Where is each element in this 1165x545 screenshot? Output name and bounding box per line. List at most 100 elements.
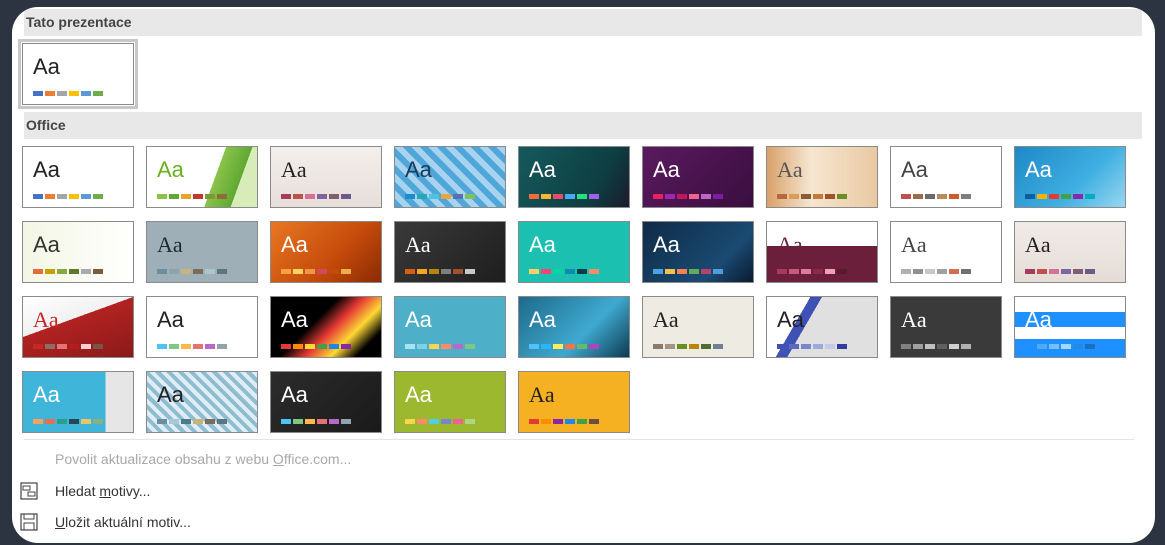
theme-tile[interactable]: Aa — [394, 146, 506, 208]
swatch — [157, 194, 167, 199]
theme-tile[interactable]: Aa — [518, 221, 630, 283]
theme-color-swatches — [901, 269, 971, 274]
theme-tile[interactable]: Aa — [1014, 296, 1126, 358]
swatch — [317, 194, 327, 199]
swatch — [577, 344, 587, 349]
swatch — [701, 269, 711, 274]
theme-tile[interactable]: Aa — [22, 296, 134, 358]
swatch — [801, 269, 811, 274]
swatch — [1025, 194, 1035, 199]
swatch — [69, 194, 79, 199]
theme-tile[interactable]: Aa — [642, 296, 754, 358]
theme-tile[interactable]: Aa — [766, 221, 878, 283]
swatch — [93, 344, 103, 349]
theme-tile[interactable]: Aa — [394, 221, 506, 283]
swatch — [589, 419, 599, 424]
theme-tile[interactable]: Aa — [642, 221, 754, 283]
theme-tile[interactable]: Aa — [22, 221, 134, 283]
swatch — [1025, 269, 1035, 274]
swatch — [57, 419, 67, 424]
theme-tile[interactable]: Aa — [518, 296, 630, 358]
swatch — [925, 344, 935, 349]
theme-sample-text: Aa — [157, 157, 184, 182]
theme-tile[interactable]: Aa — [270, 221, 382, 283]
theme-tile[interactable]: Aa — [146, 221, 258, 283]
swatch — [825, 194, 835, 199]
swatch — [653, 269, 663, 274]
swatch — [541, 344, 551, 349]
theme-tile[interactable]: Aa — [890, 296, 1002, 358]
theme-color-swatches — [777, 344, 847, 349]
swatch — [33, 419, 43, 424]
theme-tile[interactable]: Aa — [766, 296, 878, 358]
theme-tile[interactable]: Aa — [766, 146, 878, 208]
theme-tile[interactable]: Aa — [394, 296, 506, 358]
swatch — [417, 269, 427, 274]
theme-tile[interactable]: Aa — [146, 371, 258, 433]
theme-color-swatches — [653, 269, 723, 274]
theme-current[interactable]: Aa — [18, 39, 138, 109]
theme-color-swatches — [653, 194, 723, 199]
theme-tile[interactable]: Aa — [146, 146, 258, 208]
theme-sample-text: Aa — [653, 232, 680, 257]
theme-tile[interactable]: Aa — [890, 221, 1002, 283]
swatch — [465, 194, 475, 199]
theme-sample-text: Aa — [777, 157, 803, 182]
theme-tile[interactable]: Aa — [1014, 146, 1126, 208]
theme-sample-text: Aa — [901, 232, 927, 257]
swatch — [33, 194, 43, 199]
theme-color-swatches — [1025, 269, 1095, 274]
swatch — [317, 419, 327, 424]
theme-sample-text: Aa — [901, 307, 927, 332]
theme-tile[interactable]: Aa — [518, 146, 630, 208]
menu-divider — [24, 439, 1134, 440]
theme-tile[interactable]: Aa — [22, 371, 134, 433]
swatch — [837, 344, 847, 349]
swatch — [1025, 344, 1035, 349]
theme-tile[interactable]: Aa — [1014, 221, 1126, 283]
theme-sample-text: Aa — [405, 382, 432, 407]
swatch — [689, 194, 699, 199]
theme-sample-text: Aa — [33, 232, 60, 257]
theme-sample-text: Aa — [157, 307, 184, 332]
swatch — [181, 194, 191, 199]
theme-sample-text: Aa — [33, 54, 60, 79]
swatch — [529, 419, 539, 424]
swatch — [1061, 194, 1071, 199]
swatch — [305, 269, 315, 274]
theme-color-swatches — [405, 269, 475, 274]
swatch — [193, 269, 203, 274]
theme-tile[interactable]: Aa — [270, 146, 382, 208]
swatch — [329, 344, 339, 349]
swatch — [45, 194, 55, 199]
swatch — [925, 269, 935, 274]
theme-tile[interactable]: Aa — [642, 146, 754, 208]
swatch — [453, 344, 463, 349]
theme-tile[interactable]: Aa — [146, 296, 258, 358]
theme-tile[interactable]: Aa — [890, 146, 1002, 208]
theme-tile[interactable]: Aa — [270, 296, 382, 358]
swatch — [405, 419, 415, 424]
swatch — [57, 269, 67, 274]
swatch — [193, 419, 203, 424]
theme-tile[interactable]: Aa — [394, 371, 506, 433]
theme-sample-text: Aa — [33, 307, 59, 332]
theme-color-swatches — [281, 419, 351, 424]
theme-color-swatches — [777, 269, 847, 274]
swatch — [901, 269, 911, 274]
swatch — [417, 194, 427, 199]
swatch — [701, 344, 711, 349]
theme-tile[interactable]: Aa — [270, 371, 382, 433]
theme-tile[interactable]: Aa — [22, 146, 134, 208]
swatch — [1085, 269, 1095, 274]
swatch — [937, 344, 947, 349]
swatch — [925, 194, 935, 199]
swatch — [453, 194, 463, 199]
theme-tile[interactable]: Aa — [518, 371, 630, 433]
theme-sample-text: Aa — [529, 232, 556, 257]
swatch — [441, 344, 451, 349]
swatch — [589, 269, 599, 274]
swatch — [341, 344, 351, 349]
swatch — [45, 419, 55, 424]
swatch — [93, 419, 103, 424]
